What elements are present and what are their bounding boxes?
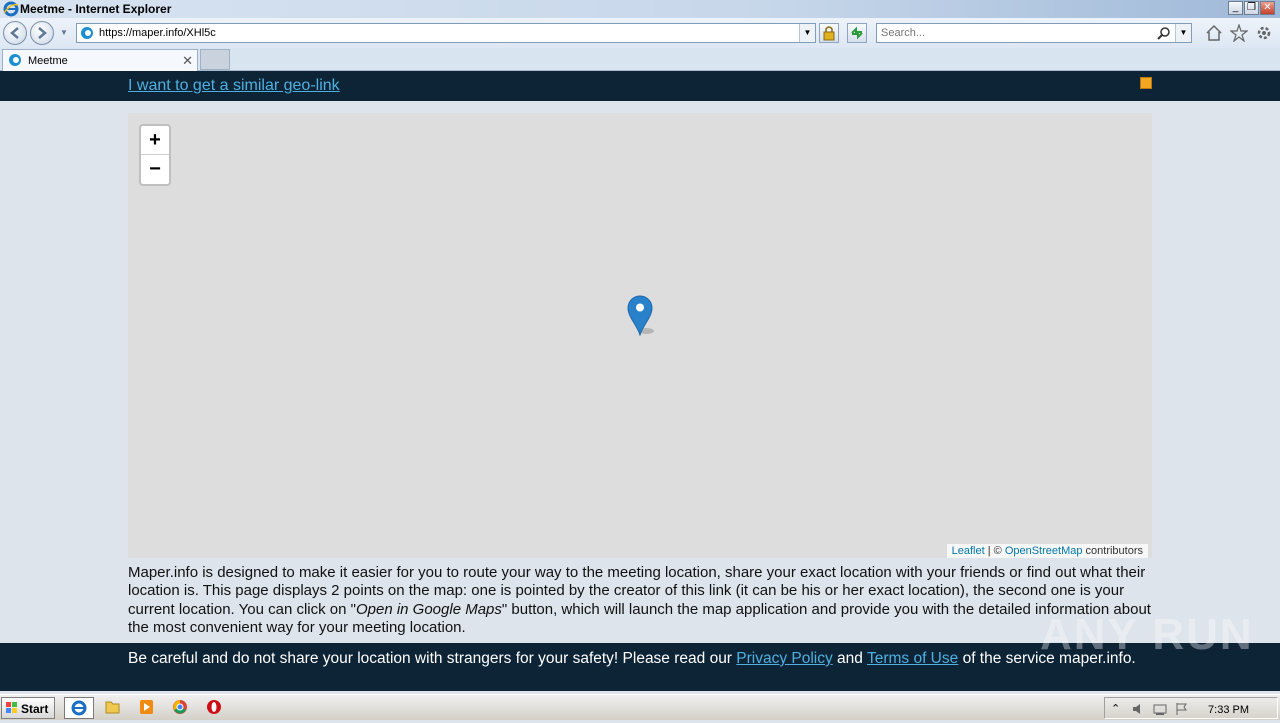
folder-icon <box>105 701 120 714</box>
taskbar-internet-explorer[interactable] <box>64 697 94 719</box>
description-italic: Open in Google Maps <box>355 600 502 618</box>
search-dropdown-icon[interactable]: ▼ <box>1175 24 1191 42</box>
address-bar[interactable]: https://maper.info/XHl5c ▼ <box>76 23 816 43</box>
tab-favicon-icon <box>9 54 21 66</box>
zoom-in-button[interactable]: + <box>141 126 169 155</box>
media-player-icon <box>140 700 153 714</box>
history-dropdown-icon[interactable]: ▼ <box>60 28 68 37</box>
notice-text-1: Be careful and do not share your locatio… <box>128 650 737 667</box>
taskbar-file-explorer[interactable] <box>98 697 128 719</box>
page-header: I want to get a similar geo-link <box>0 71 1280 101</box>
lock-icon <box>823 26 835 41</box>
external-link-icon[interactable] <box>1140 77 1152 89</box>
taskbar: Start ⌃ 7:33 PM <box>0 694 1280 720</box>
internet-explorer-icon <box>71 700 87 716</box>
zoom-out-button[interactable]: − <box>141 155 169 184</box>
minimize-button[interactable]: _ <box>1228 1 1243 15</box>
terms-of-use-link[interactable]: Terms of Use <box>867 650 958 667</box>
anyrun-watermark: ANY RUN <box>1040 610 1254 659</box>
restore-button[interactable]: ❐ <box>1244 1 1259 15</box>
window-title: Meetme - Internet Explorer <box>20 2 172 16</box>
map-attribution: Leaflet | © OpenStreetMap contributors <box>946 544 1148 558</box>
site-favicon-icon <box>81 27 93 39</box>
tab-meetme[interactable]: Meetme ✕ <box>2 49 198 71</box>
search-icon[interactable] <box>1157 26 1171 40</box>
location-marker-icon[interactable] <box>627 295 654 336</box>
back-arrow-icon <box>10 27 19 39</box>
search-box[interactable]: ▼ <box>876 23 1192 43</box>
start-button[interactable]: Start <box>1 697 55 719</box>
leaflet-link[interactable]: Leaflet <box>952 545 985 557</box>
safety-notice-text: Be careful and do not share your locatio… <box>128 650 1138 668</box>
internet-explorer-icon <box>3 1 19 17</box>
refresh-button[interactable] <box>847 23 867 43</box>
tab-label: Meetme <box>28 55 68 67</box>
windows-flag-icon <box>6 702 17 713</box>
home-icon[interactable] <box>1205 24 1223 42</box>
chrome-icon <box>173 700 187 714</box>
clock[interactable]: 7:33 PM <box>1208 704 1249 716</box>
description-text: Maper.info is designed to make it easier… <box>128 564 1158 637</box>
search-input[interactable] <box>881 27 1151 39</box>
tab-bar: Meetme ✕ <box>0 48 1280 71</box>
taskbar-chrome[interactable] <box>166 697 196 719</box>
show-hidden-icons-icon[interactable]: ⌃ <box>1111 702 1125 716</box>
back-button[interactable] <box>3 21 27 45</box>
taskbar-media-player[interactable] <box>132 697 162 719</box>
window-title-bar: Meetme - Internet Explorer _ ❐ ✕ <box>0 0 1280 18</box>
favorites-star-icon[interactable] <box>1230 24 1248 42</box>
forward-button[interactable] <box>30 21 54 45</box>
taskbar-opera[interactable] <box>200 697 230 719</box>
similar-geo-link[interactable]: I want to get a similar geo-link <box>128 77 340 95</box>
openstreetmap-link[interactable]: OpenStreetMap <box>1005 545 1083 557</box>
system-tray: ⌃ 7:33 PM <box>1104 697 1278 719</box>
notice-and: and <box>832 650 867 667</box>
privacy-policy-link[interactable]: Privacy Policy <box>736 650 832 667</box>
start-label: Start <box>21 702 49 716</box>
forward-arrow-icon <box>38 27 47 39</box>
attribution-separator: | © <box>984 545 1005 557</box>
action-center-flag-icon[interactable] <box>1175 702 1189 716</box>
zoom-control: + − <box>139 124 171 186</box>
volume-icon[interactable] <box>1131 702 1145 716</box>
new-tab-button[interactable] <box>200 49 230 70</box>
refresh-icon <box>851 26 863 40</box>
opera-icon <box>207 700 221 714</box>
close-window-button[interactable]: ✕ <box>1260 1 1275 15</box>
navigation-bar: ▼ https://maper.info/XHl5c ▼ ▼ <box>0 18 1280 48</box>
map[interactable]: + − Leaflet | © OpenStreetMap contributo… <box>128 113 1152 558</box>
network-icon[interactable] <box>1153 702 1167 716</box>
attribution-suffix: contributors <box>1082 545 1143 557</box>
settings-gear-icon[interactable] <box>1255 24 1273 42</box>
address-dropdown-icon[interactable]: ▼ <box>799 24 815 42</box>
security-lock-button[interactable] <box>819 23 839 43</box>
tab-close-icon[interactable]: ✕ <box>182 53 193 69</box>
address-url: https://maper.info/XHl5c <box>99 27 216 39</box>
